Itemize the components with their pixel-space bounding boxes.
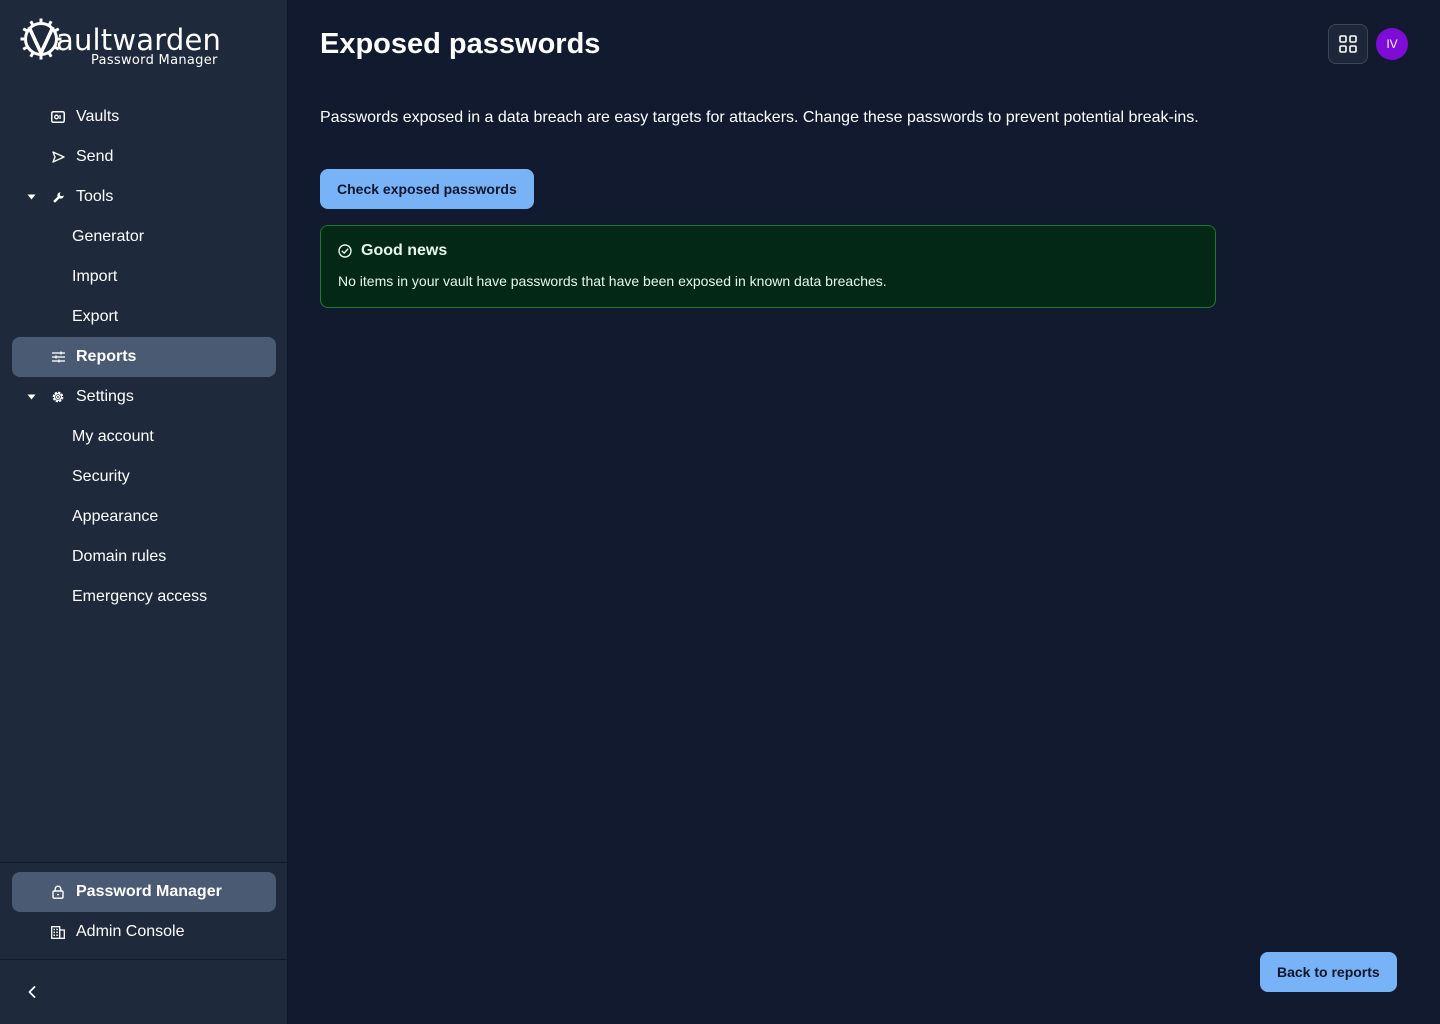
sidebar-item-domain-rules[interactable]: Domain rules [12,537,276,577]
product-label: Password Manager [76,883,222,900]
product-switcher: Password Manager Admin Console [0,862,288,960]
avatar[interactable]: IV [1376,28,1408,60]
product-switcher-button[interactable] [1328,24,1368,64]
back-to-reports-button[interactable]: Back to reports [1260,952,1397,992]
sidebar-item-label: Settings [76,388,134,405]
callout-header: Good news [338,242,447,260]
sidebar-item-label: Reports [76,348,137,365]
check-circle-icon [338,244,352,258]
logo-wordmark: aultwarden [56,23,222,57]
sidebar-item-label: Appearance [72,508,159,525]
sidebar-item-label: Tools [76,188,114,205]
sidebar-item-tools[interactable]: Tools [12,177,276,217]
sidebar-item-label: Import [72,268,118,285]
sidebar-item-label: Send [76,148,114,165]
collapse-sidebar-button[interactable] [20,980,44,1004]
product-admin-console[interactable]: Admin Console [12,912,276,952]
vault-icon [50,109,66,125]
building-icon [50,924,66,940]
sidebar-item-security[interactable]: Security [12,457,276,497]
check-exposed-passwords-button[interactable]: Check exposed passwords [320,169,534,209]
sidebar-item-label: Generator [72,228,145,245]
vaultwarden-logo[interactable]: aultwarden Password Manager [20,18,230,70]
sidebar-item-import[interactable]: Import [12,257,276,297]
sidebar: aultwarden Password Manager Vaults Send … [0,0,288,1024]
page-title: Exposed passwords [320,28,601,60]
sidebar-item-label: Export [72,308,119,325]
sidebar-item-settings[interactable]: Settings [12,377,276,417]
sidebar-item-label: Security [72,468,130,485]
caret-down-icon[interactable] [26,392,36,402]
sidebar-item-send[interactable]: Send [12,137,276,177]
logo-subtitle: Password Manager [91,53,218,68]
sidebar-item-label: My account [72,428,154,445]
sidebar-item-label: Emergency access [72,588,208,605]
gear-icon [50,389,66,405]
sidebar-nav: Vaults Send Tools Generator Import Expor… [12,97,276,617]
sliders-icon [50,349,66,365]
send-icon [50,149,66,165]
sidebar-item-reports[interactable]: Reports [12,337,276,377]
sidebar-item-generator[interactable]: Generator [12,217,276,257]
sidebar-item-emergency-access[interactable]: Emergency access [12,577,276,617]
page-description: Passwords exposed in a data breach are e… [320,109,1199,126]
wrench-icon [50,189,66,205]
callout-body: No items in your vault have passwords th… [338,273,887,289]
sidebar-item-label: Domain rules [72,548,167,565]
grid-icon [1339,35,1357,53]
main-content: Exposed passwords IV Passwords exposed i… [288,0,1440,1024]
sidebar-item-appearance[interactable]: Appearance [12,497,276,537]
sidebar-item-my-account[interactable]: My account [12,417,276,457]
callout-title: Good news [361,242,448,259]
success-callout: Good news No items in your vault have pa… [320,225,1216,308]
sidebar-item-label: Vaults [76,108,120,125]
caret-down-icon[interactable] [26,192,36,202]
chevron-left-icon [28,986,36,998]
product-password-manager[interactable]: Password Manager [12,872,276,912]
sidebar-item-export[interactable]: Export [12,297,276,337]
product-label: Admin Console [76,923,185,940]
lock-icon [50,884,66,900]
sidebar-item-vaults[interactable]: Vaults [12,97,276,137]
